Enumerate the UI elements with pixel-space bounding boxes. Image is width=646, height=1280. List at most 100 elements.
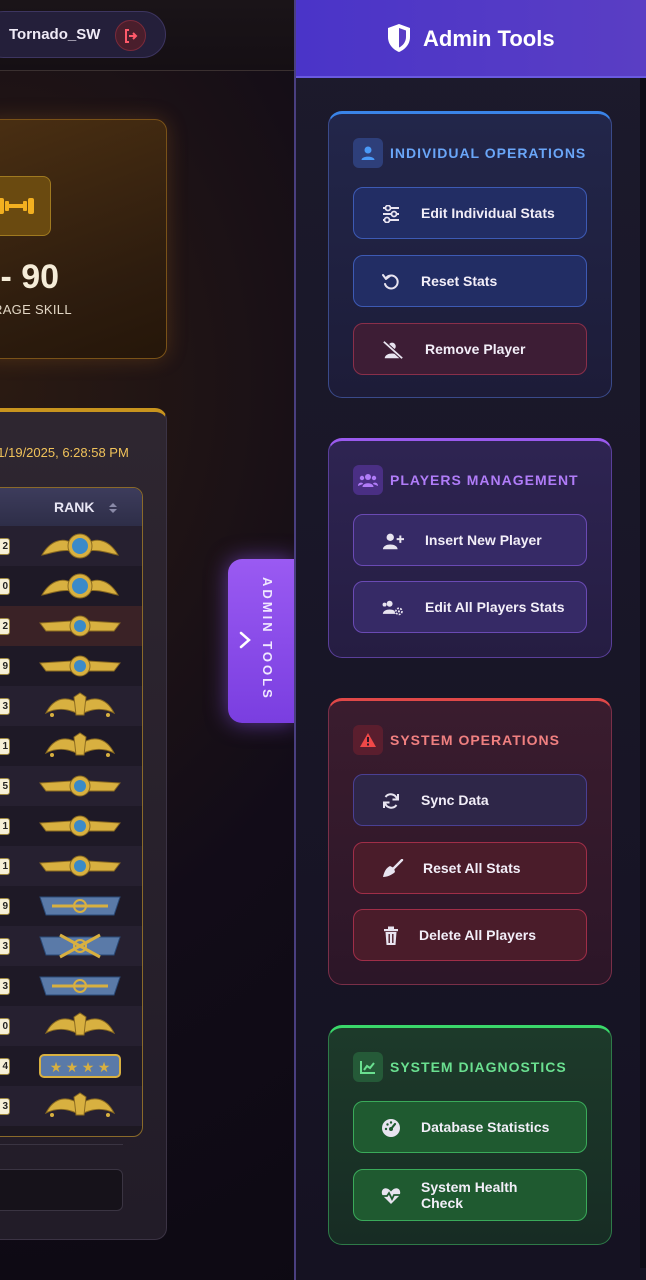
button-label: Database Statistics — [421, 1119, 550, 1135]
leaderboard-card: 11/19/2025, 6:28:58 PM RANK 2 0 2 9 3 1 5 1 1 9 3 3… — [0, 408, 167, 1240]
table-row[interactable]: 4 ★ ★ ★ ★ — [0, 1046, 142, 1086]
rank-column-header[interactable]: RANK — [54, 499, 94, 515]
section-title: PLAYERS MANAGEMENT — [390, 472, 579, 488]
average-skill-value: I- 90 — [0, 258, 60, 296]
user-pill[interactable]: Tornado_SW — [0, 11, 166, 58]
table-row[interactable]: 0 — [0, 1006, 142, 1046]
stat-value-badge: 9 — [0, 898, 10, 915]
sync-data-button[interactable]: Sync Data — [353, 774, 587, 826]
rank-emblem-icon — [38, 531, 122, 561]
top-bar: Tornado_SW — [0, 0, 294, 71]
stat-value-badge: 5 — [0, 778, 10, 795]
button-label: Insert New Player — [425, 532, 542, 548]
section-title: SYSTEM OPERATIONS — [390, 732, 560, 748]
delete-all-players-button[interactable]: Delete All Players — [353, 909, 587, 961]
undo-icon — [380, 271, 402, 293]
rank-emblem-icon — [38, 811, 122, 841]
shield-icon — [388, 24, 410, 52]
table-row[interactable]: 3 — [0, 926, 142, 966]
logout-icon — [124, 28, 137, 43]
table-row[interactable]: 2 — [0, 526, 142, 566]
table-body: 2 0 2 9 3 1 5 1 1 9 3 3 0 4 ★ ★ ★ ★ 3 — [0, 526, 142, 1126]
sliders-icon — [380, 203, 402, 225]
warning-icon — [353, 725, 383, 755]
stat-value-badge: 0 — [0, 578, 10, 595]
rank-emblem-icon — [38, 771, 122, 801]
section-header: SYSTEM OPERATIONS — [353, 725, 560, 755]
system-health-check-button[interactable]: System Health Check — [353, 1169, 587, 1221]
admin-tools-toggle[interactable]: ADMIN TOOLS — [228, 559, 294, 723]
reset-stats-button[interactable]: Reset Stats — [353, 255, 587, 307]
section-title: INDIVIDUAL OPERATIONS — [390, 145, 587, 161]
players-management-section: PLAYERS MANAGEMENT Insert New Player Edi… — [328, 438, 612, 658]
rank-emblem-icon — [38, 1091, 122, 1121]
section-header: SYSTEM DIAGNOSTICS — [353, 1052, 567, 1082]
button-label: Reset Stats — [421, 273, 498, 289]
button-label: Sync Data — [421, 792, 489, 808]
svg-text:★: ★ — [82, 1059, 95, 1075]
user-plus-icon — [382, 530, 404, 552]
stat-value-badge: 1 — [0, 738, 10, 755]
stat-value-badge: 4 — [0, 1058, 10, 1075]
rank-emblem-icon — [38, 851, 122, 881]
sort-arrows-icon[interactable] — [108, 501, 118, 519]
broom-icon — [382, 858, 404, 880]
table-row[interactable]: 1 — [0, 806, 142, 846]
table-row[interactable]: 1 — [0, 726, 142, 766]
rank-emblem-icon — [38, 971, 122, 1001]
svg-text:★: ★ — [50, 1059, 63, 1075]
reset-all-stats-button[interactable]: Reset All Stats — [353, 842, 587, 894]
stat-value-badge: 3 — [0, 1098, 10, 1115]
admin-panel-header: Admin Tools — [296, 0, 646, 78]
table-row[interactable]: 1 — [0, 846, 142, 886]
rank-emblem-icon — [38, 611, 122, 641]
stat-value-badge: 2 — [0, 538, 10, 555]
rank-emblem-icon — [38, 731, 122, 761]
rank-emblem-icon: ★ ★ ★ ★ — [38, 1051, 122, 1081]
stat-value-badge: 0 — [0, 1018, 10, 1035]
stat-value-badge: 3 — [0, 698, 10, 715]
insert-new-player-button[interactable]: Insert New Player — [353, 514, 587, 566]
chart-line-icon — [353, 1052, 383, 1082]
table-row[interactable]: 3 — [0, 686, 142, 726]
user-slash-icon — [382, 339, 404, 361]
stat-value-badge: 2 — [0, 618, 10, 635]
button-label: Reset All Stats — [423, 860, 521, 876]
divider — [0, 1144, 123, 1145]
table-header: RANK — [0, 488, 142, 526]
system-operations-section: SYSTEM OPERATIONS Sync Data Reset All St… — [328, 698, 612, 985]
individual-operations-section: INDIVIDUAL OPERATIONS Edit Individual St… — [328, 111, 612, 398]
button-label: System Health Check — [421, 1179, 518, 1211]
section-header: INDIVIDUAL OPERATIONS — [353, 138, 586, 168]
average-skill-label: RAGE SKILL — [0, 302, 72, 317]
bottom-input-field[interactable] — [0, 1169, 123, 1211]
remove-player-button[interactable]: Remove Player — [353, 323, 587, 375]
table-row[interactable]: 3 — [0, 1086, 142, 1126]
section-title: SYSTEM DIAGNOSTICS — [390, 1059, 567, 1075]
edit-all-players-stats-button[interactable]: Edit All Players Stats — [353, 581, 587, 633]
table-row[interactable]: 3 — [0, 966, 142, 1006]
table-row[interactable]: 9 — [0, 886, 142, 926]
svg-text:★: ★ — [66, 1059, 79, 1075]
button-label: Edit Individual Stats — [421, 205, 555, 221]
rank-emblem-icon — [38, 1011, 122, 1041]
section-header: PLAYERS MANAGEMENT — [353, 465, 579, 495]
stat-value-badge: 1 — [0, 858, 10, 875]
last-updated-timestamp: 11/19/2025, 6:28:58 PM — [0, 445, 129, 460]
heartbeat-icon — [380, 1185, 402, 1207]
table-row[interactable]: 5 — [0, 766, 142, 806]
table-row[interactable]: 0 — [0, 566, 142, 606]
table-row[interactable]: 9 — [0, 646, 142, 686]
table-row[interactable]: 2 — [0, 606, 142, 646]
average-skill-card: I- 90 RAGE SKILL — [0, 119, 167, 359]
button-label: Delete All Players — [419, 927, 536, 943]
logout-button[interactable] — [115, 20, 146, 51]
edit-individual-stats-button[interactable]: Edit Individual Stats — [353, 187, 587, 239]
stat-value-badge: 3 — [0, 938, 10, 955]
scrollbar-track[interactable] — [640, 78, 646, 1268]
rank-emblem-icon — [38, 691, 122, 721]
button-label: Edit All Players Stats — [425, 599, 565, 615]
stat-value-badge: 9 — [0, 658, 10, 675]
database-statistics-button[interactable]: Database Statistics — [353, 1101, 587, 1153]
chevron-right-icon — [239, 631, 251, 649]
